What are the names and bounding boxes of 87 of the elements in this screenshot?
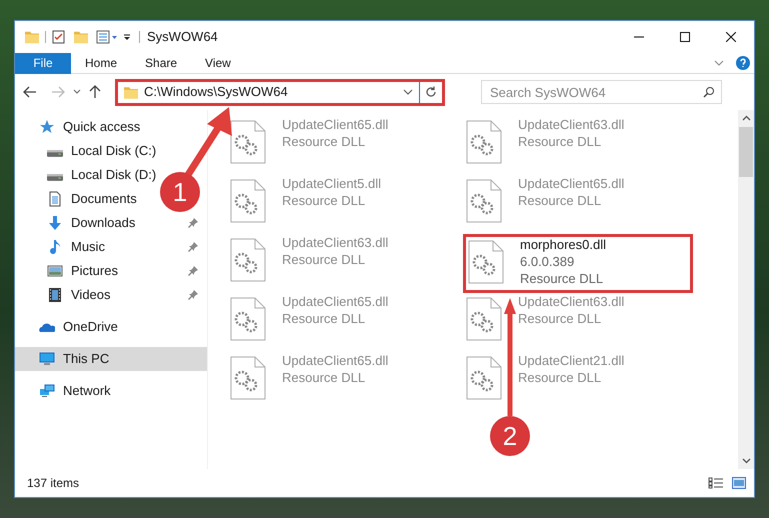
- sidebar-item[interactable]: Videos: [15, 283, 207, 307]
- scroll-down-icon[interactable]: [742, 456, 750, 465]
- back-arrow-icon[interactable]: [23, 86, 37, 98]
- chevron-down-icon[interactable]: [403, 87, 413, 97]
- item-count: 137 items: [27, 475, 80, 492]
- file-type: Resource DLL: [520, 270, 604, 287]
- search-field[interactable]: Search SysWOW64: [481, 80, 722, 104]
- music-note-icon: [47, 239, 63, 255]
- file-type: Resource DLL: [518, 310, 602, 327]
- file-name: UpdateClient21.dll: [518, 352, 624, 369]
- file-name: UpdateClient63.dll: [518, 293, 624, 310]
- details-view-icon[interactable]: [708, 477, 724, 489]
- ribbon-tab[interactable]: View: [191, 52, 245, 74]
- sidebar-item[interactable]: Quick access: [15, 115, 148, 139]
- gear-file-icon: [466, 179, 502, 223]
- chevron-down-icon[interactable]: [73, 88, 81, 96]
- drive-icon: [47, 174, 63, 180]
- file-type: Resource DLL: [518, 369, 602, 386]
- sidebar-item[interactable]: Network: [15, 379, 119, 403]
- gear-file-icon: [466, 356, 502, 400]
- network-icon: [39, 383, 55, 399]
- minimize-icon: [634, 36, 644, 38]
- document-icon: [47, 191, 63, 207]
- new-folder-icon: [74, 30, 88, 44]
- file-name: UpdateClient65.dll: [282, 352, 388, 369]
- up-arrow-icon[interactable]: [89, 85, 101, 99]
- file-type: Resource DLL: [282, 133, 366, 150]
- file-name: UpdateClient65.dll: [282, 116, 388, 133]
- close-icon: [726, 32, 736, 42]
- scroll-thumb[interactable]: [739, 127, 753, 177]
- ribbon-tab[interactable]: Share: [131, 52, 192, 74]
- sidebar-item[interactable]: Local Disk (C:): [15, 139, 164, 163]
- sidebar-item[interactable]: Pictures: [15, 259, 207, 283]
- file-type: Resource DLL: [518, 133, 602, 150]
- help-icon[interactable]: [736, 56, 750, 70]
- file-type: Resource DLL: [282, 192, 366, 209]
- gear-file-icon: [230, 238, 266, 282]
- search-icon[interactable]: [703, 86, 715, 98]
- file-tab[interactable]: File: [15, 52, 71, 74]
- file-version: 6.0.0.389: [520, 253, 576, 270]
- file-type: Resource DLL: [282, 310, 366, 327]
- file-type: Resource DLL: [282, 251, 366, 268]
- folder-icon: [124, 86, 138, 98]
- star-icon: [39, 119, 55, 135]
- checkmark-document-icon[interactable]: [52, 30, 66, 44]
- customize-toolbar-icon[interactable]: [122, 32, 132, 42]
- scroll-up-icon[interactable]: [742, 114, 750, 123]
- sidebar-item[interactable]: Documents: [15, 187, 145, 211]
- drive-icon: [47, 150, 63, 156]
- gear-file-icon: [230, 179, 266, 223]
- properties-icon[interactable]: [96, 30, 118, 44]
- refresh-icon[interactable]: [425, 86, 437, 98]
- file-item[interactable]: morphores0.dll 6.0.0.389 Resource DLL: [463, 234, 693, 293]
- monitor-icon: [39, 351, 55, 367]
- file-name: UpdateClient63.dll: [282, 234, 388, 251]
- gear-file-icon: [230, 356, 266, 400]
- window-title: SysWOW64: [147, 28, 218, 46]
- file-name: UpdateClient65.dll: [518, 175, 624, 192]
- large-icons-view-icon[interactable]: [732, 477, 746, 489]
- scrollbar[interactable]: [738, 110, 754, 469]
- file-type: Resource DLL: [518, 192, 602, 209]
- gear-file-icon: [466, 120, 502, 164]
- gear-file-icon: [466, 297, 502, 341]
- ribbon-tab[interactable]: Home: [71, 52, 132, 74]
- file-name: UpdateClient65.dll: [282, 293, 388, 310]
- down-arrow-icon: [47, 215, 63, 231]
- pin-icon[interactable]: [187, 289, 199, 301]
- maximize-icon: [680, 32, 690, 42]
- pin-icon[interactable]: [187, 217, 199, 229]
- pin-icon[interactable]: [187, 241, 199, 253]
- film-icon: [47, 287, 63, 303]
- pin-icon[interactable]: [187, 265, 199, 277]
- sidebar-item[interactable]: Music: [15, 235, 207, 259]
- gear-file-icon: [468, 240, 504, 284]
- file-name: UpdateClient63.dll: [518, 116, 624, 133]
- file-name: UpdateClient5.dll: [282, 175, 382, 192]
- sidebar-item[interactable]: This PC: [15, 347, 207, 371]
- gear-file-icon: [230, 297, 266, 341]
- folder-icon: [25, 30, 39, 44]
- file-type: Resource DLL: [282, 369, 366, 386]
- sidebar-item[interactable]: OneDrive: [15, 315, 126, 339]
- picture-icon: [47, 263, 63, 279]
- chevron-down-icon[interactable]: [714, 58, 724, 68]
- address-field[interactable]: C:\Windows\SysWOW64: [115, 78, 445, 106]
- sidebar-item[interactable]: Downloads: [15, 211, 207, 235]
- gear-file-icon: [230, 120, 266, 164]
- file-name: morphores0.dll: [520, 236, 606, 253]
